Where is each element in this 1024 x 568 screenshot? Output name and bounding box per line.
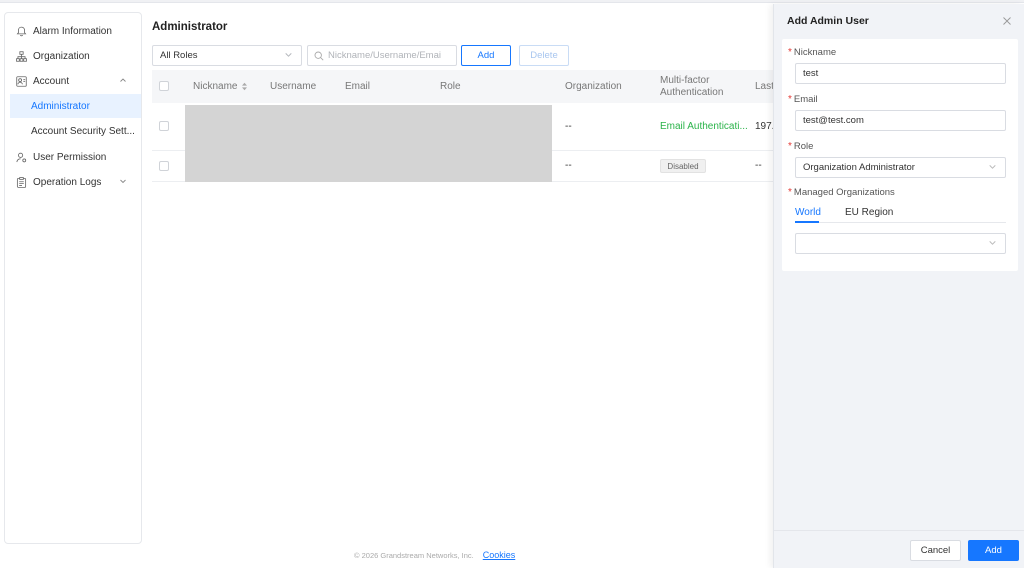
sidebar-item-alarm-information[interactable]: Alarm Information xyxy=(5,19,141,43)
redacted-area xyxy=(185,105,552,182)
chevron-down-icon xyxy=(988,238,997,249)
role-select[interactable]: Organization Administrator xyxy=(795,157,1006,178)
sort-icon[interactable] xyxy=(241,82,248,91)
field-label-text: Nickname xyxy=(793,47,837,58)
managed-organizations-select[interactable] xyxy=(795,233,1006,254)
sidebar-item-account-security-settings[interactable]: Account Security Sett... xyxy=(10,119,141,143)
close-icon[interactable] xyxy=(1000,14,1014,28)
search-field[interactable] xyxy=(307,45,457,66)
chevron-down-icon xyxy=(988,162,997,173)
tab-world[interactable]: World xyxy=(795,207,821,218)
tab-divider xyxy=(795,222,1006,223)
sidebar-item-label: Account Security Sett... xyxy=(31,125,135,137)
chevron-down-icon xyxy=(284,50,293,61)
role-filter-value: All Roles xyxy=(160,50,198,61)
last-cell: -- xyxy=(755,160,762,171)
submit-add-button[interactable]: Add xyxy=(968,540,1019,561)
field-label-text: Managed Organizations xyxy=(793,187,895,198)
sidebar: Alarm Information Organization Account A… xyxy=(4,12,142,544)
row-checkbox[interactable] xyxy=(159,121,169,131)
mfa-cell: Email Authenticati... xyxy=(660,121,748,132)
nickname-value: test xyxy=(803,68,819,79)
delete-button[interactable]: Delete xyxy=(519,45,569,66)
column-header-role: Role xyxy=(440,81,461,92)
field-label-text: Role xyxy=(793,141,814,152)
column-label: Multi-factor xyxy=(660,74,710,86)
user-permission-icon xyxy=(15,151,27,163)
log-icon xyxy=(15,176,27,188)
bell-icon xyxy=(15,25,27,37)
cookies-link[interactable]: Cookies xyxy=(483,550,516,560)
role-filter-select[interactable]: All Roles xyxy=(152,45,302,66)
org-tree-icon xyxy=(15,50,27,62)
managed-organizations-label: * Managed Organizations xyxy=(788,187,895,198)
sidebar-item-label: Account xyxy=(33,75,70,87)
role-label: * Role xyxy=(788,141,813,152)
select-all-checkbox[interactable] xyxy=(159,81,169,91)
drawer-title: Add Admin User xyxy=(787,15,869,27)
sidebar-item-account[interactable]: Account xyxy=(5,69,141,93)
active-tab-indicator xyxy=(795,221,819,223)
sidebar-item-organization[interactable]: Organization xyxy=(5,44,141,68)
sidebar-item-label: Administrator xyxy=(31,100,90,112)
sidebar-item-label: User Permission xyxy=(33,151,107,163)
cancel-button[interactable]: Cancel xyxy=(910,540,961,561)
column-header-username: Username xyxy=(270,81,317,92)
page-footer: © 2026 Grandstream Networks, Inc. Cookie… xyxy=(354,550,515,560)
row-checkbox[interactable] xyxy=(159,161,169,171)
column-label: Authentication xyxy=(660,86,724,98)
column-header-email: Email xyxy=(345,81,371,92)
table-header: Nickname Username Email Role Organizatio… xyxy=(152,70,774,103)
add-button[interactable]: Add xyxy=(461,45,511,66)
top-border xyxy=(0,0,1024,3)
email-value: test@test.com xyxy=(803,115,864,126)
copyright-text: © 2026 Grandstream Networks, Inc. xyxy=(354,550,474,560)
email-label: * Email xyxy=(788,94,818,105)
organization-cell: -- xyxy=(565,121,572,132)
organization-cell: -- xyxy=(565,160,572,171)
field-label-text: Email xyxy=(793,94,818,105)
sidebar-item-label: Operation Logs xyxy=(33,176,102,188)
column-header-mfa: Multi-factor Authentication xyxy=(660,70,723,103)
required-marker: * xyxy=(788,47,792,58)
sidebar-item-label: Organization xyxy=(33,50,90,62)
chevron-down-icon xyxy=(119,177,127,187)
column-header-organization: Organization xyxy=(565,81,622,92)
sidebar-item-user-permission[interactable]: User Permission xyxy=(5,145,141,169)
column-label: Nickname xyxy=(193,81,238,92)
required-marker: * xyxy=(788,141,792,152)
nickname-label: * Nickname xyxy=(788,47,836,58)
search-icon xyxy=(314,51,324,61)
mfa-status-badge: Disabled xyxy=(660,159,706,173)
column-header-last: Last xyxy=(755,81,774,92)
tab-eu-region[interactable]: EU Region xyxy=(845,207,893,218)
column-header-nickname[interactable]: Nickname xyxy=(193,70,248,103)
page-title: Administrator xyxy=(152,21,228,33)
required-marker: * xyxy=(788,94,792,105)
sidebar-item-operation-logs[interactable]: Operation Logs xyxy=(5,170,141,194)
nickname-field[interactable]: test xyxy=(795,63,1006,84)
email-field[interactable]: test@test.com xyxy=(795,110,1006,131)
sidebar-item-administrator[interactable]: Administrator xyxy=(10,94,141,118)
chevron-up-icon xyxy=(119,76,127,86)
search-input[interactable] xyxy=(328,50,448,61)
required-marker: * xyxy=(788,187,792,198)
role-value: Organization Administrator xyxy=(803,162,915,173)
account-icon xyxy=(15,75,27,87)
sidebar-item-label: Alarm Information xyxy=(33,25,112,37)
